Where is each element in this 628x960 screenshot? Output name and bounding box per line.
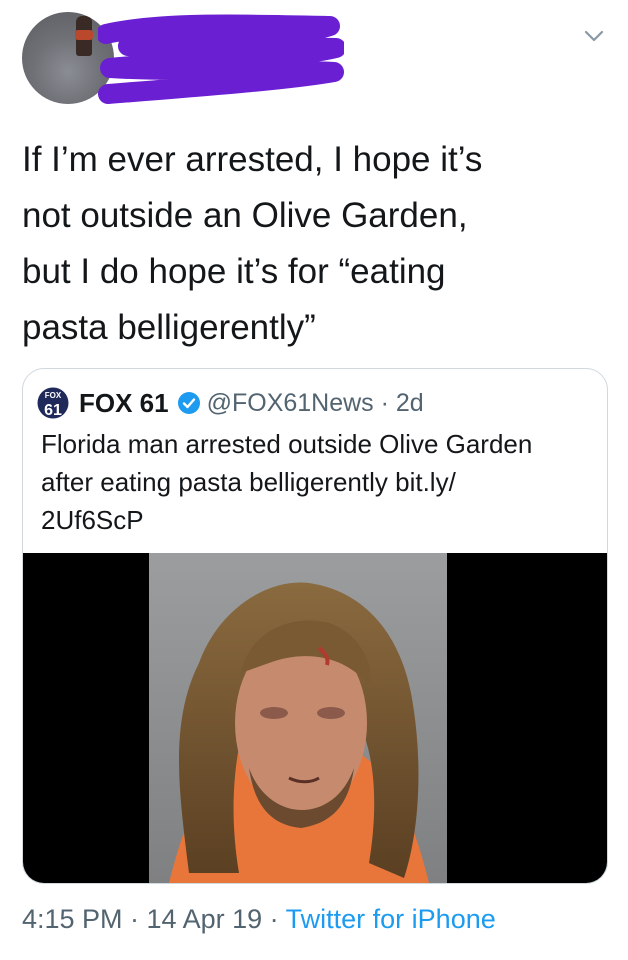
avatar-figure bbox=[75, 16, 93, 56]
svg-text:FOX: FOX bbox=[45, 391, 62, 400]
quoted-tweet-header: FOX 61 FOX 61 @FOX61News · 2d bbox=[37, 383, 424, 423]
verified-badge-icon bbox=[177, 392, 200, 414]
quoted-tweet-text: Florida man arrested outside Olive Garde… bbox=[41, 429, 533, 535]
quoted-handle-and-time[interactable]: @FOX61News · 2d bbox=[207, 389, 424, 418]
quoted-media[interactable] bbox=[23, 553, 607, 883]
tweet-timestamp[interactable]: 4:15 PM · 14 Apr 19 · bbox=[22, 904, 286, 934]
tweet-text: If I’m ever arrested, I hope it’s not ou… bbox=[22, 140, 483, 347]
quoted-tweet-card[interactable]: FOX 61 FOX 61 @FOX61News · 2d Florida ma… bbox=[22, 368, 608, 884]
svg-text:61: 61 bbox=[44, 402, 62, 419]
tweet-footer: 4:15 PM · 14 Apr 19 · Twitter for iPhone bbox=[22, 904, 496, 935]
redacted-author-name bbox=[98, 14, 344, 104]
fox61-logo-icon: FOX 61 bbox=[37, 387, 69, 419]
chevron-down-icon[interactable] bbox=[582, 24, 606, 48]
mugshot-photo bbox=[149, 553, 447, 883]
tweet-source-link[interactable]: Twitter for iPhone bbox=[286, 904, 496, 934]
quoted-author-name[interactable]: FOX 61 bbox=[79, 388, 169, 419]
